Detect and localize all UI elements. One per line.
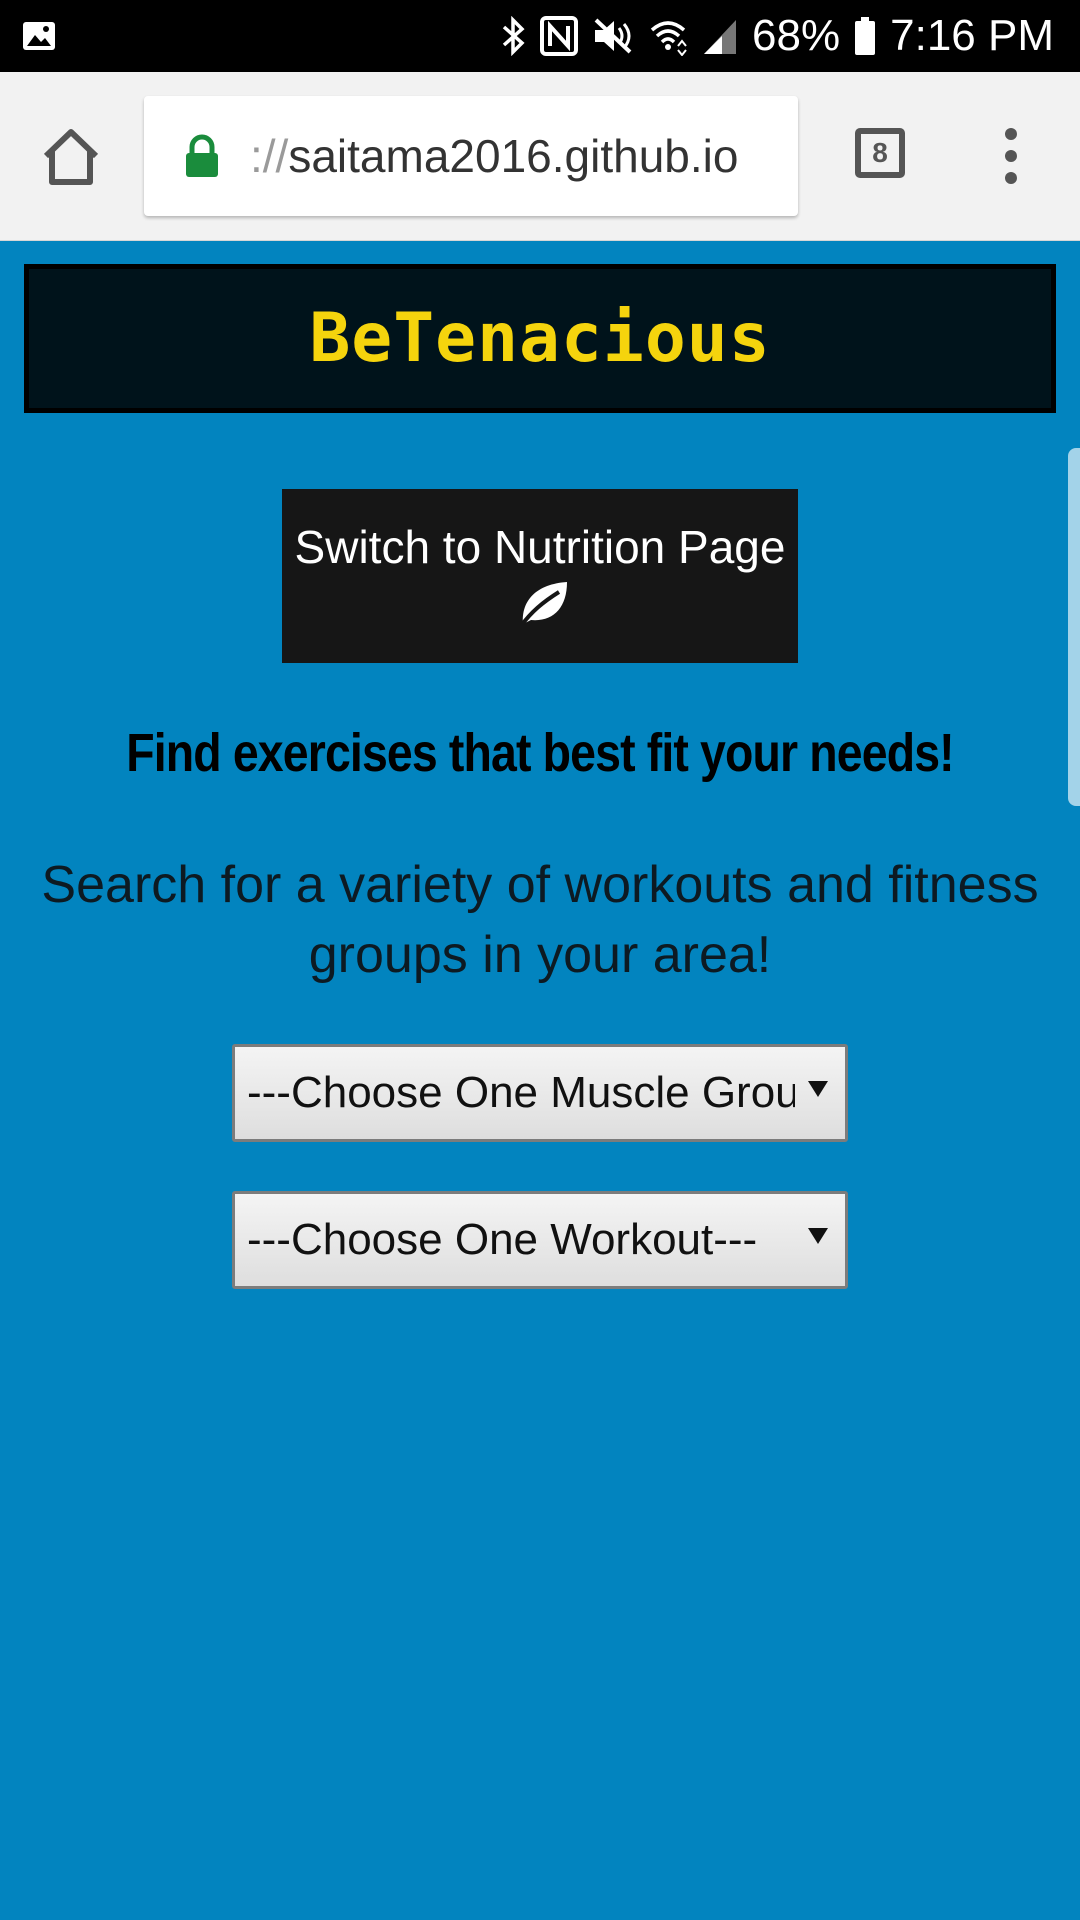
- status-icons: 68% 7:16 PM: [500, 0, 1054, 72]
- tabs-icon[interactable]: 8: [855, 128, 905, 178]
- brand-banner: BeTenacious: [24, 264, 1056, 413]
- switch-button-label: Switch to Nutrition Page: [294, 521, 786, 573]
- browser-toolbar: ://saitama2016.github.io 8: [0, 72, 1080, 241]
- gallery-icon: [23, 22, 55, 50]
- workout-select[interactable]: ---Choose One Workout---: [232, 1191, 848, 1289]
- muscle-group-select-value: ---Choose One Muscle Group---: [247, 1068, 795, 1117]
- url-host: saitama2016.github.io: [288, 130, 739, 182]
- status-bar: 68% 7:16 PM: [0, 0, 1080, 72]
- wifi-icon: [650, 21, 687, 56]
- mute-icon: [594, 18, 632, 54]
- dropdown-arrow-icon: [808, 1228, 828, 1244]
- home-icon[interactable]: [40, 126, 102, 188]
- url-text[interactable]: ://saitama2016.github.io: [250, 96, 738, 216]
- clock: 7:16 PM: [890, 11, 1054, 60]
- brand-title: BeTenacious: [309, 299, 771, 378]
- dropdown-arrow-icon: [808, 1081, 828, 1097]
- workout-select-value: ---Choose One Workout---: [247, 1215, 758, 1264]
- tab-count: 8: [872, 137, 888, 168]
- battery-icon: [855, 17, 876, 55]
- switch-to-nutrition-button[interactable]: Switch to Nutrition Page: [282, 489, 798, 663]
- signal-icon: [704, 20, 737, 54]
- headline: Find exercises that best fit your needs!: [126, 723, 954, 783]
- nfc-icon: [540, 16, 579, 56]
- battery-percent: 68%: [752, 11, 841, 60]
- url-bar[interactable]: ://saitama2016.github.io: [144, 96, 798, 216]
- more-vert-icon[interactable]: [996, 128, 1026, 184]
- lock-icon: [186, 134, 218, 177]
- bluetooth-icon: [502, 16, 525, 56]
- muscle-group-select[interactable]: ---Choose One Muscle Group---: [232, 1044, 848, 1142]
- subtext: Search for a variety of workouts and fit…: [41, 856, 1039, 984]
- url-scheme: ://: [250, 130, 289, 182]
- leaf-icon: [519, 582, 567, 628]
- page-scrollbar[interactable]: [1068, 448, 1080, 806]
